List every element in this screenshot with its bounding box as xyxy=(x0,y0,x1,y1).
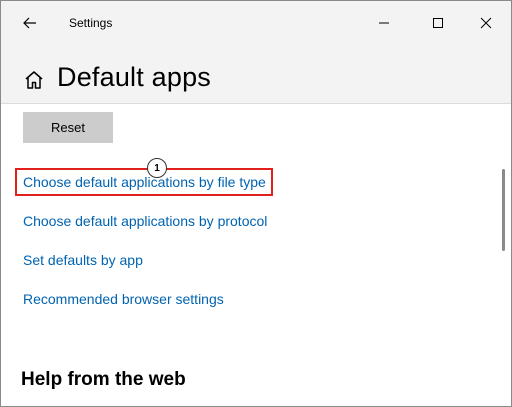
link-set-defaults-by-app[interactable]: Set defaults by app xyxy=(23,252,143,268)
title-bar: Settings xyxy=(1,1,511,45)
help-section-title: Help from the web xyxy=(21,369,186,390)
maximize-icon xyxy=(433,18,443,28)
minimize-button[interactable] xyxy=(361,1,407,45)
maximize-button[interactable] xyxy=(415,1,461,45)
page-title: Default apps xyxy=(57,62,211,92)
close-button[interactable] xyxy=(463,1,509,45)
reset-button[interactable]: Reset xyxy=(23,112,113,143)
app-title: Settings xyxy=(69,16,113,30)
settings-window: Settings Default apps Reset 1 Choose def… xyxy=(0,0,512,407)
link-default-apps-by-protocol[interactable]: Choose default applications by protocol xyxy=(23,213,267,229)
back-button[interactable] xyxy=(15,9,45,37)
close-icon xyxy=(480,17,492,29)
main-content: Reset 1 Choose default applications by f… xyxy=(1,105,511,406)
link-default-apps-by-file-type[interactable]: Choose default applications by file type xyxy=(23,174,266,190)
scrollbar-thumb[interactable] xyxy=(502,169,505,251)
home-icon[interactable] xyxy=(23,69,45,91)
minimize-icon xyxy=(379,22,389,24)
page-header: Default apps xyxy=(1,45,511,104)
back-arrow-icon xyxy=(23,17,36,29)
link-recommended-browser-settings[interactable]: Recommended browser settings xyxy=(23,291,224,307)
